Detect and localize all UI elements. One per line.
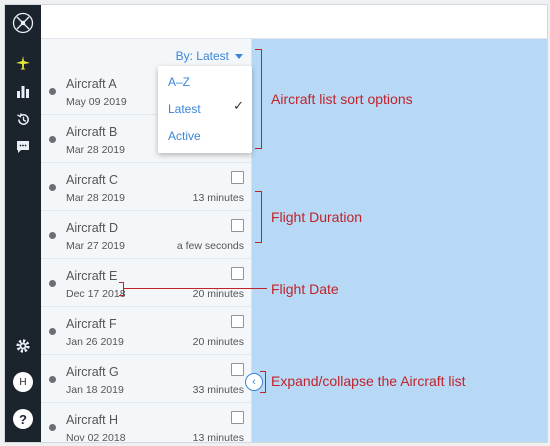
help-icon[interactable]: ?	[11, 407, 35, 431]
aircraft-name: Aircraft B	[66, 125, 118, 139]
flight-date: Jan 18 2019	[66, 384, 124, 396]
annotation-line-date	[123, 288, 267, 289]
status-dot	[49, 232, 56, 239]
annotation-flight-duration: Flight Duration	[271, 209, 363, 225]
flight-date: Nov 02 2018	[66, 432, 126, 443]
avatar[interactable]: H	[11, 370, 35, 394]
help-glyph: ?	[13, 409, 33, 429]
annotation-bracket-collapse	[260, 371, 266, 393]
row-checkbox[interactable]	[231, 411, 244, 424]
flight-duration: a few seconds	[176, 240, 244, 252]
flight-date: May 09 2019	[66, 96, 127, 108]
aircraft-name: Aircraft D	[66, 221, 119, 235]
flight-date: Mar 27 2019	[66, 240, 125, 252]
status-dot	[49, 136, 56, 143]
status-dot	[49, 376, 56, 383]
status-dot	[49, 328, 56, 335]
flight-duration: 20 minutes	[192, 336, 244, 348]
flight-date: Jan 26 2019	[66, 336, 124, 348]
bar-chart-icon[interactable]	[11, 79, 35, 103]
aircraft-name: Aircraft A	[66, 77, 117, 91]
annotation-bracket-duration	[255, 191, 262, 243]
flight-duration: 20 minutes	[192, 288, 244, 300]
row-checkbox[interactable]	[231, 171, 244, 184]
annotation-bracket-sort	[255, 49, 262, 149]
sort-label: By: Latest	[175, 49, 229, 63]
status-dot	[49, 88, 56, 95]
flight-date: Mar 28 2019	[66, 192, 125, 204]
checkmark-icon: ✓	[233, 98, 244, 113]
sort-option-a-z[interactable]: A–Z	[168, 75, 190, 89]
row-checkbox[interactable]	[231, 363, 244, 376]
aircraft-row[interactable]: Aircraft F Jan 26 2019 20 minutes	[41, 307, 251, 355]
aircraft-row[interactable]: Aircraft E Dec 17 2018 20 minutes	[41, 259, 251, 307]
avatar-initial: H	[13, 372, 33, 392]
aircraft-row[interactable]: Aircraft H Nov 02 2018 13 minutes	[41, 403, 251, 443]
chevron-down-icon	[235, 53, 243, 59]
row-checkbox[interactable]	[231, 267, 244, 280]
annotation-flight-date: Flight Date	[271, 281, 339, 297]
aircraft-row[interactable]: Aircraft D Mar 27 2019 a few seconds	[41, 211, 251, 259]
status-dot	[49, 184, 56, 191]
aircraft-name: Aircraft H	[66, 413, 119, 427]
sort-menu: A–Z Latest ✓ Active	[158, 66, 252, 153]
top-bar	[41, 5, 547, 39]
app-window: H ? By: Latest Aircraft A May 09 2019 Ai…	[4, 4, 548, 443]
flight-duration: 13 minutes	[192, 192, 244, 204]
aircraft-row[interactable]: Aircraft C Mar 28 2019 13 minutes	[41, 163, 251, 211]
gear-icon[interactable]	[11, 334, 35, 358]
aircraft-name: Aircraft C	[66, 173, 119, 187]
flight-duration: 33 minutes	[192, 384, 244, 396]
chat-icon[interactable]	[11, 135, 35, 159]
chevron-left-icon: ‹	[252, 376, 256, 388]
flight-duration: 13 minutes	[192, 432, 244, 443]
logo-icon[interactable]	[11, 11, 35, 35]
aircraft-icon[interactable]	[11, 51, 35, 75]
left-sidebar: H ?	[5, 5, 41, 442]
history-icon[interactable]	[11, 107, 35, 131]
annotation-sort-options: Aircraft list sort options	[271, 91, 413, 107]
annotation-bracket-date	[119, 282, 124, 296]
aircraft-name: Aircraft F	[66, 317, 117, 331]
status-dot	[49, 424, 56, 431]
flight-date: Mar 28 2019	[66, 144, 125, 156]
sort-option-latest[interactable]: Latest	[168, 102, 201, 116]
row-checkbox[interactable]	[231, 219, 244, 232]
aircraft-name: Aircraft G	[66, 365, 119, 379]
annotation-expand-collapse: Expand/collapse the Aircraft list	[271, 373, 466, 389]
sort-dropdown[interactable]: By: Latest	[176, 49, 243, 63]
row-checkbox[interactable]	[231, 315, 244, 328]
sort-option-active[interactable]: Active	[168, 129, 201, 143]
flight-date: Dec 17 2018	[66, 288, 126, 300]
aircraft-name: Aircraft E	[66, 269, 118, 283]
status-dot	[49, 280, 56, 287]
aircraft-row[interactable]: Aircraft G Jan 18 2019 33 minutes	[41, 355, 251, 403]
